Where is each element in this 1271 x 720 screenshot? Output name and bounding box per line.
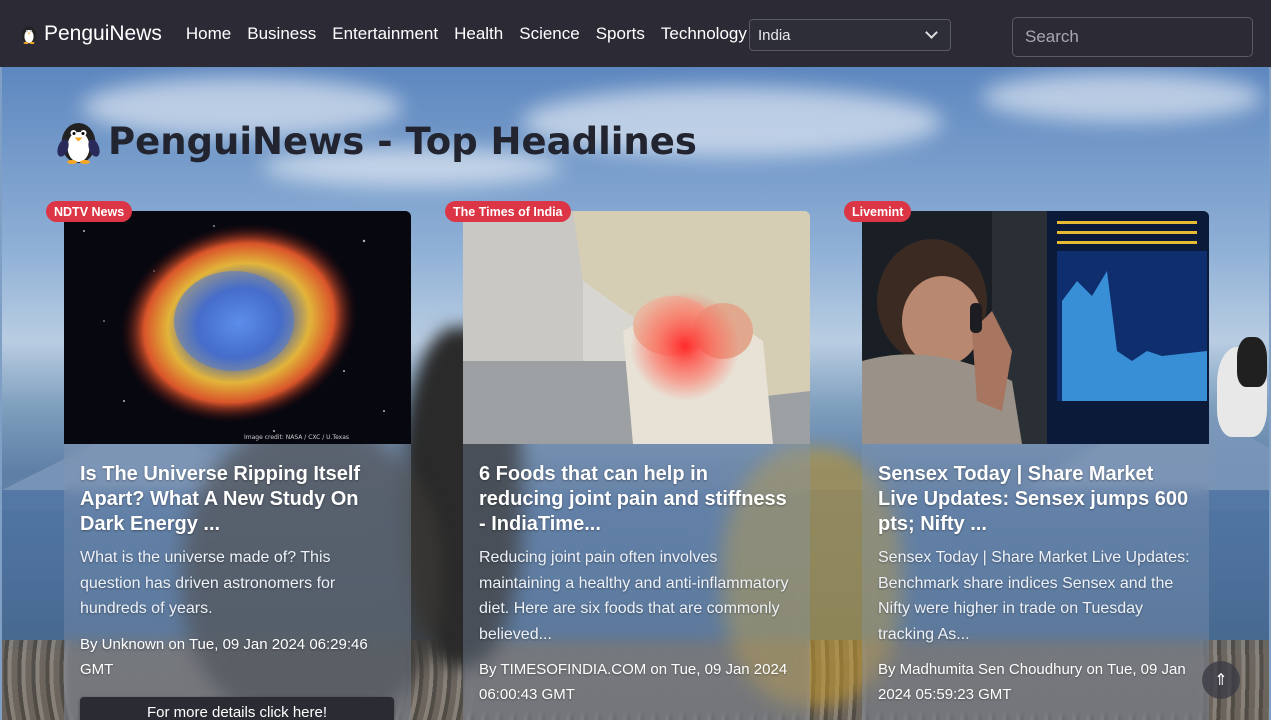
nav-link-technology[interactable]: Technology xyxy=(661,24,747,44)
nav-links: Home Business Entertainment Health Scien… xyxy=(186,24,747,44)
scroll-to-top-button[interactable]: ⇑ xyxy=(1202,661,1240,699)
image-credit: Image credit: NASA / CXC / U.Texas xyxy=(244,434,349,441)
article-title: 6 Foods that can help in reducing joint … xyxy=(479,463,787,535)
article-image xyxy=(463,211,810,444)
article-meta: By TIMESOFINDIA.COM on Tue, 09 Jan 2024 … xyxy=(479,661,788,703)
source-badge: The Times of India xyxy=(445,201,571,222)
page-heading: PenguiNews - Top Headlines xyxy=(57,118,697,164)
card-body: Is The Universe Ripping Itself Apart? Wh… xyxy=(64,444,411,720)
card-body: 6 Foods that can help in reducing joint … xyxy=(463,444,810,720)
nav-link-science[interactable]: Science xyxy=(519,24,579,44)
nav-link-health[interactable]: Health xyxy=(454,24,503,44)
news-card: 6 Foods that can help in reducing joint … xyxy=(463,211,810,720)
country-select[interactable]: India xyxy=(749,19,951,51)
source-badge: Livemint xyxy=(844,201,912,222)
article-meta: By Madhumita Sen Choudhury on Tue, 09 Ja… xyxy=(878,661,1186,703)
article-image: Image credit: NASA / CXC / U.Texas xyxy=(64,211,411,444)
news-card: Image credit: NASA / CXC / U.Texas Is Th… xyxy=(64,211,411,720)
article-title: Sensex Today | Share Market Live Updates… xyxy=(878,463,1189,535)
article-description: What is the universe made of? This quest… xyxy=(80,549,336,617)
page-title: PenguiNews - Top Headlines xyxy=(108,119,697,163)
arrow-up-icon: ⇑ xyxy=(1214,672,1228,689)
article-title: Is The Universe Ripping Itself Apart? Wh… xyxy=(80,463,361,535)
brand-name: PenguiNews xyxy=(44,21,162,45)
source-badge: NDTV News xyxy=(46,201,133,222)
navbar: PenguiNews Home Business Entertainment H… xyxy=(0,0,1271,67)
chevron-down-icon xyxy=(925,26,938,39)
card-body: Sensex Today | Share Market Live Updates… xyxy=(862,444,1209,720)
article-description: Reducing joint pain often involves maint… xyxy=(479,549,789,643)
brand[interactable]: PenguiNews xyxy=(20,22,162,46)
search-input[interactable] xyxy=(1012,17,1253,57)
nav-link-home[interactable]: Home xyxy=(186,24,231,44)
article-description: Sensex Today | Share Market Live Updates… xyxy=(878,549,1190,643)
nav-link-entertainment[interactable]: Entertainment xyxy=(332,24,438,44)
details-button[interactable]: For more details click here! xyxy=(80,696,394,720)
nav-link-business[interactable]: Business xyxy=(247,24,316,44)
article-meta: By Unknown on Tue, 09 Jan 2024 06:29:46 … xyxy=(80,635,368,678)
nav-link-sports[interactable]: Sports xyxy=(596,24,645,44)
country-select-value: India xyxy=(758,26,791,44)
penguin-icon xyxy=(57,123,100,164)
article-image xyxy=(862,211,1209,444)
news-card: Sensex Today | Share Market Live Updates… xyxy=(862,211,1209,720)
penguin-icon xyxy=(22,26,36,44)
